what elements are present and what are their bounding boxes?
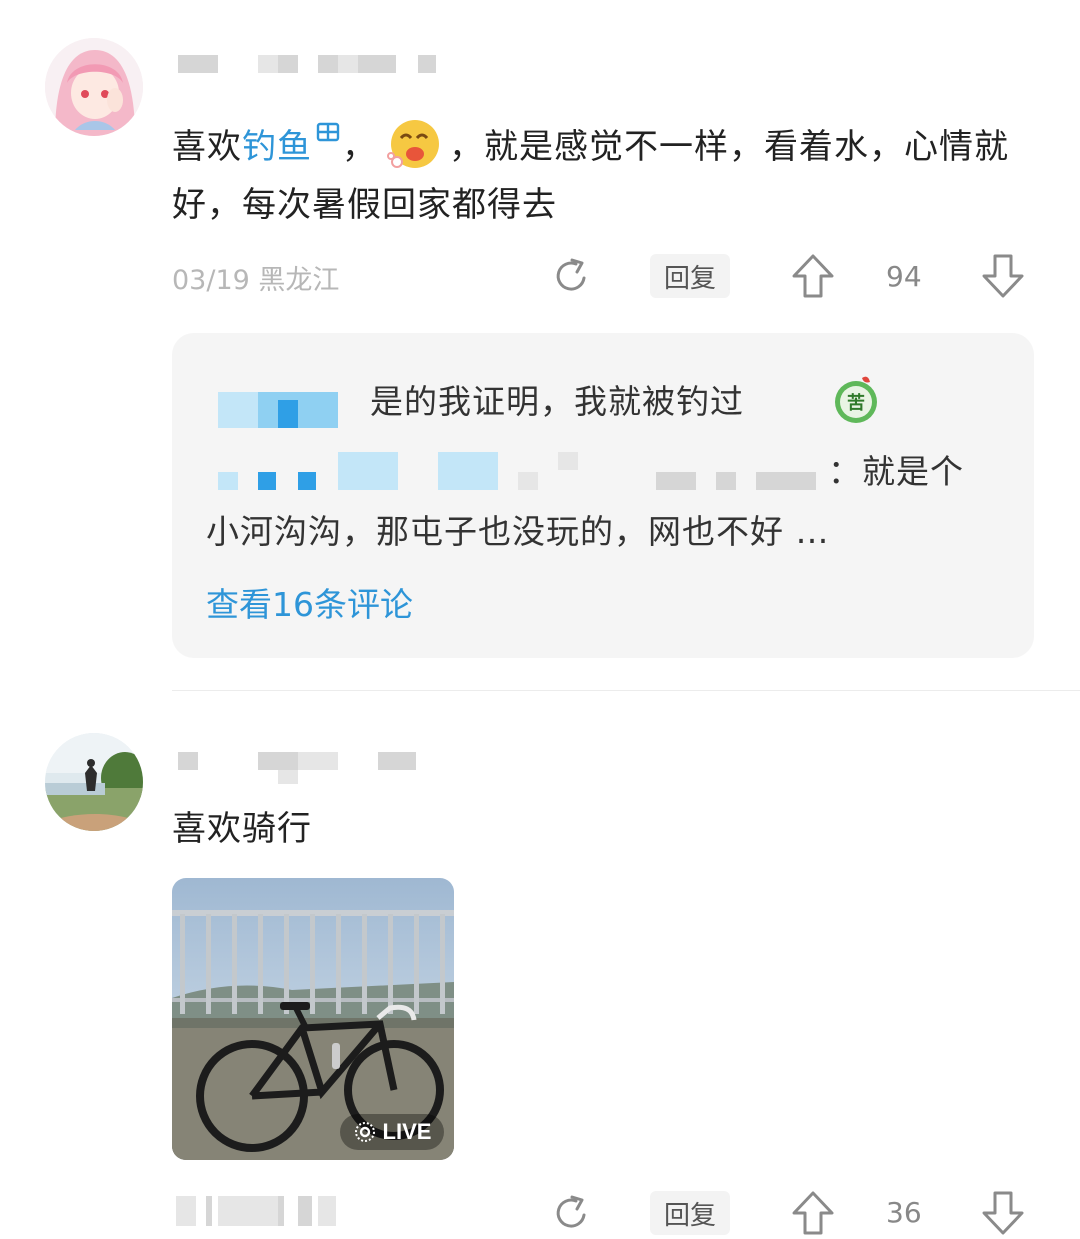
- divider: [172, 690, 1080, 691]
- drooling-face-emoji: [387, 120, 439, 168]
- comment-meta: 03/19 黑龙江: [172, 265, 340, 296]
- reply-2-line: 小河沟沟，那屯子也没玩的，网也不好: [206, 512, 784, 551]
- live-icon: [354, 1122, 375, 1142]
- downvote-icon[interactable]: [980, 252, 1026, 300]
- ellipsis: …: [795, 512, 830, 551]
- avatar-image: [45, 38, 143, 136]
- topic-link-label: 钓鱼: [242, 127, 312, 167]
- live-badge: LIVE: [340, 1114, 444, 1150]
- share-icon[interactable]: [550, 1191, 594, 1235]
- avatar-image: [45, 733, 143, 831]
- reply-2-text: 小河沟沟，那屯子也没玩的，网也不好 …: [206, 500, 1006, 564]
- reply-1-label: 是的我证明，我就被钓过: [370, 382, 744, 421]
- reply-button[interactable]: 回复: [650, 254, 730, 298]
- bitter-face-emoji: 苦: [835, 376, 877, 423]
- view-more-replies-link[interactable]: 查看16条评论: [206, 578, 413, 626]
- share-icon[interactable]: [550, 254, 594, 298]
- upvote-icon[interactable]: [790, 1189, 836, 1237]
- avatar[interactable]: [45, 733, 143, 831]
- reply-button[interactable]: 回复: [650, 1191, 730, 1235]
- comment-text-comma: ，: [342, 127, 377, 167]
- upvote-icon[interactable]: [790, 252, 836, 300]
- avatar[interactable]: [45, 38, 143, 136]
- reply-1-text: 是的我证明，我就被钓过: [370, 370, 744, 434]
- like-count: 94: [886, 260, 922, 293]
- comment-text: 喜欢钓鱼，，就是感觉不一样，看着水，心情就好，每次暑假回家都得去: [172, 118, 1012, 234]
- svg-text:苦: 苦: [847, 392, 865, 414]
- reply-2-tail: ：就是个: [828, 452, 964, 491]
- search-grid-icon: [316, 122, 340, 142]
- live-label: LIVE: [382, 1119, 432, 1144]
- comment-image[interactable]: LIVE: [172, 878, 454, 1160]
- downvote-icon[interactable]: [980, 1189, 1026, 1237]
- topic-link[interactable]: 钓鱼: [242, 122, 342, 167]
- comment-text-start: 喜欢: [172, 127, 242, 167]
- comment-text: 喜欢骑行: [172, 809, 312, 849]
- like-count: 36: [886, 1196, 922, 1229]
